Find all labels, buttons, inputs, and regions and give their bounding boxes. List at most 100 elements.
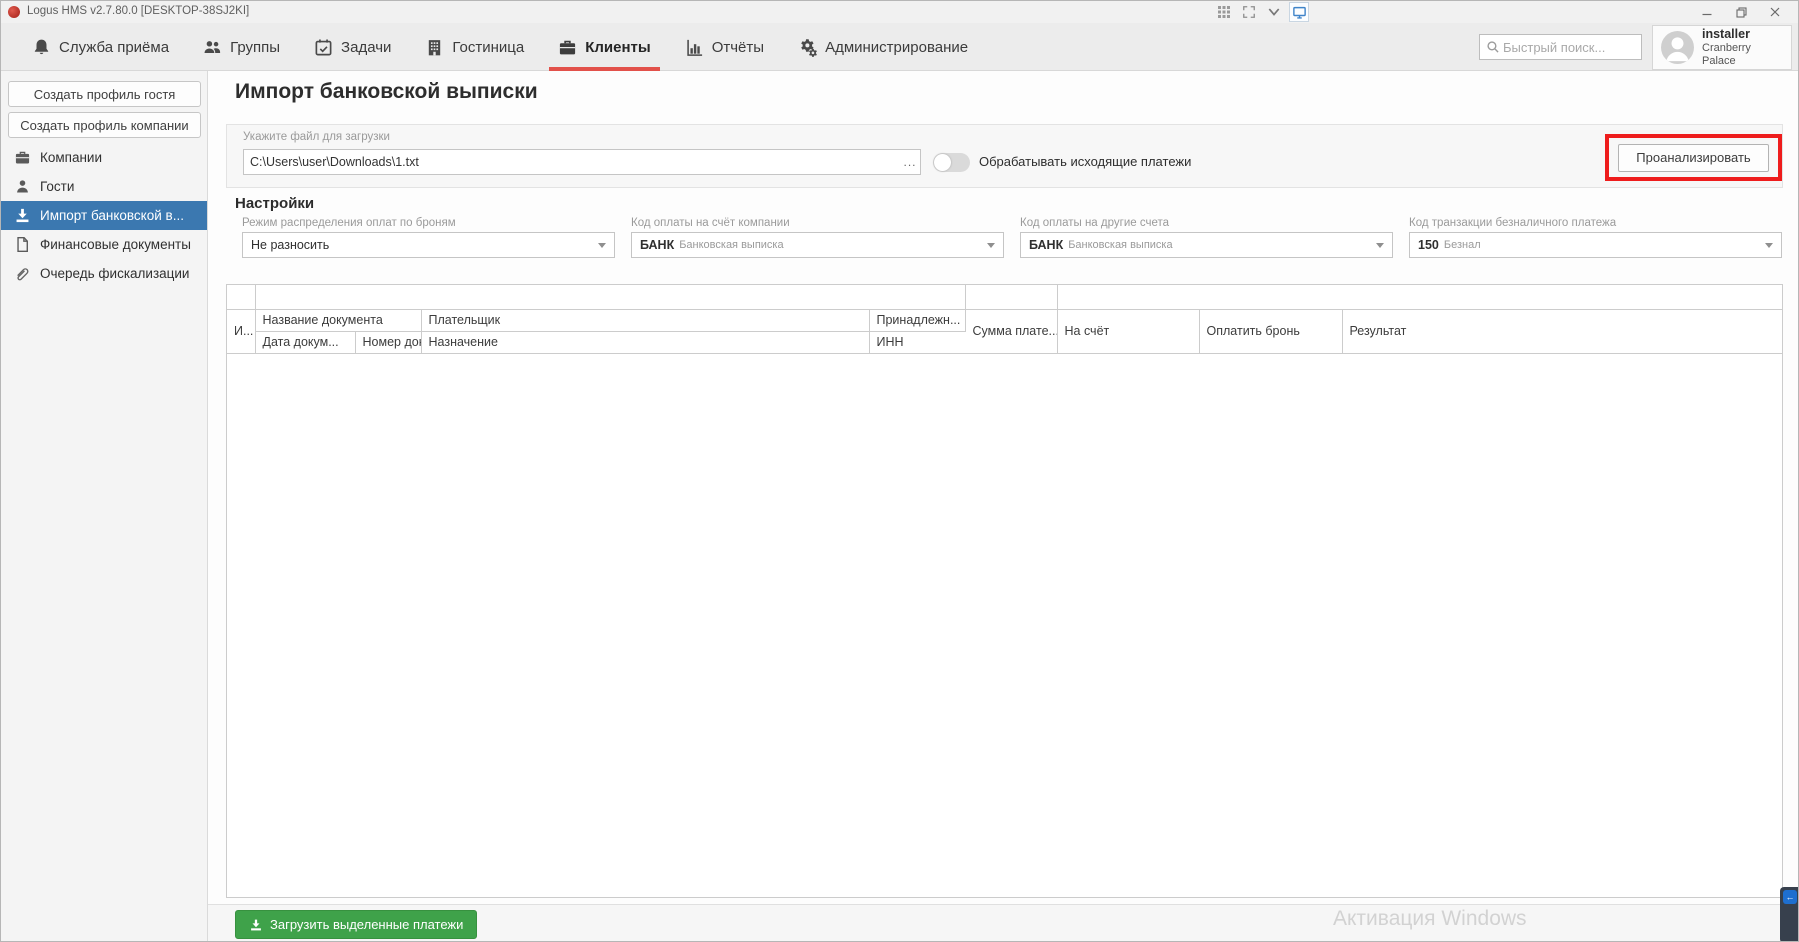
app-window: Logus HMS v2.7.80.0 [DESKTOP-38SJ2KI] Сл…	[0, 0, 1799, 942]
col-inn[interactable]: ИНН	[869, 331, 965, 354]
settings-title: Настройки	[235, 195, 315, 212]
load-button-label: Загрузить выделенные платежи	[270, 917, 464, 932]
field-label: Режим распределения оплат по броням	[242, 217, 456, 229]
file-path-input[interactable]	[244, 155, 900, 169]
tab-label: Задачи	[341, 38, 392, 56]
col-id[interactable]: И...	[227, 309, 256, 354]
tab-label: Гостиница	[452, 38, 525, 56]
sidebar: Создать профиль гостя Создать профиль ко…	[1, 71, 208, 941]
tab-label: Служба приёма	[59, 38, 170, 56]
tab-hotel[interactable]: Гостиница	[416, 23, 533, 71]
field-label: Код транзакции безналичного платежа	[1409, 217, 1617, 229]
user-org: Cranberry Palace	[1702, 42, 1751, 67]
quick-search-input[interactable]	[1503, 39, 1641, 55]
settings-row: Режим распределения оплат по броням Не р…	[242, 217, 1782, 258]
header-band-cell	[227, 285, 256, 310]
col-doc-number[interactable]: Номер док...	[355, 331, 422, 354]
minimize-button[interactable]	[1690, 1, 1724, 23]
header-row-1: И... Название документа Плательщик Прина…	[227, 309, 1782, 354]
outgoing-payments-label: Обрабатывать исходящие платежи	[979, 154, 1192, 169]
toggle-knob	[934, 154, 951, 171]
briefcase-icon	[558, 38, 577, 57]
col-purpose[interactable]: Назначение	[421, 331, 870, 354]
sidebar-item-bank-import[interactable]: Импорт банковской в...	[1, 201, 207, 230]
remote-control-handle[interactable]: ←	[1780, 887, 1798, 941]
col-result[interactable]: Результат	[1342, 309, 1782, 354]
calendar-check-icon	[314, 38, 333, 57]
window-title: Logus HMS v2.7.80.0 [DESKTOP-38SJ2KI]	[27, 5, 250, 17]
user-card[interactable]: installer Cranberry Palace	[1652, 25, 1792, 70]
create-company-profile-button[interactable]: Создать профиль компании	[8, 112, 201, 138]
expand-icon[interactable]	[1239, 2, 1259, 22]
tab-tasks[interactable]: Задачи	[305, 23, 400, 71]
select-value-secondary: Банковская выписка	[679, 239, 784, 251]
select-value: 150	[1418, 238, 1439, 252]
select-value: БАНК	[1029, 238, 1064, 252]
col-doc-date[interactable]: Дата докум...	[255, 331, 356, 354]
user-name: installer	[1702, 27, 1750, 41]
col-amount[interactable]: Сумма плате...	[965, 309, 1058, 354]
distribution-mode-select[interactable]: Не разносить	[242, 232, 615, 258]
browse-button[interactable]: ...	[900, 155, 920, 169]
field-cashless-transaction-code: Код транзакции безналичного платежа 150 …	[1409, 217, 1782, 258]
select-value: БАНК	[640, 238, 675, 252]
tab-front-desk[interactable]: Служба приёма	[23, 23, 178, 71]
load-selected-payments-button[interactable]: Загрузить выделенные платежи	[235, 910, 478, 939]
header-band-cell	[965, 285, 1058, 310]
sidebar-item-financial-documents[interactable]: Финансовые документы	[1, 230, 207, 259]
tab-label: Клиенты	[585, 38, 651, 56]
caret-down-icon	[987, 242, 995, 248]
tab-administration[interactable]: Администрирование	[789, 23, 977, 71]
sidebar-item-label: Финансовые документы	[40, 237, 191, 252]
tab-label: Группы	[230, 38, 281, 56]
chevron-down-icon[interactable]	[1264, 2, 1284, 22]
caret-down-icon	[598, 242, 606, 248]
cashless-transaction-code-select[interactable]: 150 Безнал	[1409, 232, 1782, 258]
other-account-code-select[interactable]: БАНК Банковская выписка	[1020, 232, 1393, 258]
select-value: Не разносить	[251, 238, 330, 252]
col-doc-name[interactable]: Название документа	[255, 309, 422, 332]
outgoing-payments-toggle[interactable]	[933, 153, 970, 172]
sidebar-menu: Компании Гости Импорт банковской в... Фи…	[1, 143, 207, 288]
search-icon	[1487, 41, 1499, 53]
col-belonging[interactable]: Принадлежн...	[869, 309, 966, 332]
header-band-cell	[1057, 285, 1782, 310]
tab-clients[interactable]: Клиенты	[549, 23, 661, 71]
window-controls	[1690, 1, 1792, 23]
file-field-label: Укажите файл для загрузки	[243, 131, 390, 143]
sidebar-item-companies[interactable]: Компании	[1, 143, 207, 172]
tab-groups[interactable]: Группы	[194, 23, 289, 71]
header-band-row	[227, 285, 1782, 310]
sidebar-item-label: Гости	[40, 179, 75, 194]
analyze-button[interactable]: Проанализировать	[1618, 143, 1769, 172]
select-value-secondary: Безнал	[1443, 239, 1481, 251]
col-account[interactable]: На счёт	[1057, 309, 1200, 354]
close-button[interactable]	[1758, 1, 1792, 23]
company-account-code-select[interactable]: БАНК Банковская выписка	[631, 232, 1004, 258]
header-band-cell	[255, 285, 966, 310]
create-guest-profile-button[interactable]: Создать профиль гостя	[8, 81, 201, 107]
tab-label: Администрирование	[825, 38, 969, 56]
sidebar-item-label: Компании	[40, 150, 103, 165]
building-icon	[425, 38, 444, 57]
nav-tabs: Служба приёма Группы Задачи Гостиница Кл…	[23, 23, 993, 71]
gears-icon	[798, 38, 817, 57]
field-company-account-code: Код оплаты на счёт компании БАНК Банковс…	[631, 217, 1004, 258]
select-value-secondary: Банковская выписка	[1068, 239, 1173, 251]
tab-reports[interactable]: Отчёты	[676, 23, 773, 71]
maximize-button[interactable]	[1724, 1, 1758, 23]
field-label: Код оплаты на другие счета	[1020, 217, 1169, 229]
caret-down-icon	[1765, 242, 1773, 248]
field-other-account-code: Код оплаты на другие счета БАНК Банковск…	[1020, 217, 1393, 258]
monitor-icon[interactable]	[1289, 2, 1309, 22]
col-pay-booking[interactable]: Оплатить бронь	[1199, 309, 1343, 354]
field-distribution-mode: Режим распределения оплат по броням Не р…	[242, 217, 615, 258]
grid-icon[interactable]	[1214, 2, 1234, 22]
briefcase-icon	[14, 149, 31, 166]
title-bar: Logus HMS v2.7.80.0 [DESKTOP-38SJ2KI]	[1, 1, 1798, 23]
download-icon	[251, 919, 261, 930]
col-payer[interactable]: Плательщик	[421, 309, 870, 332]
sidebar-item-guests[interactable]: Гости	[1, 172, 207, 201]
sidebar-item-fiscalization-queue[interactable]: Очередь фискализации	[1, 259, 207, 288]
sidebar-item-label: Импорт банковской в...	[40, 208, 184, 223]
